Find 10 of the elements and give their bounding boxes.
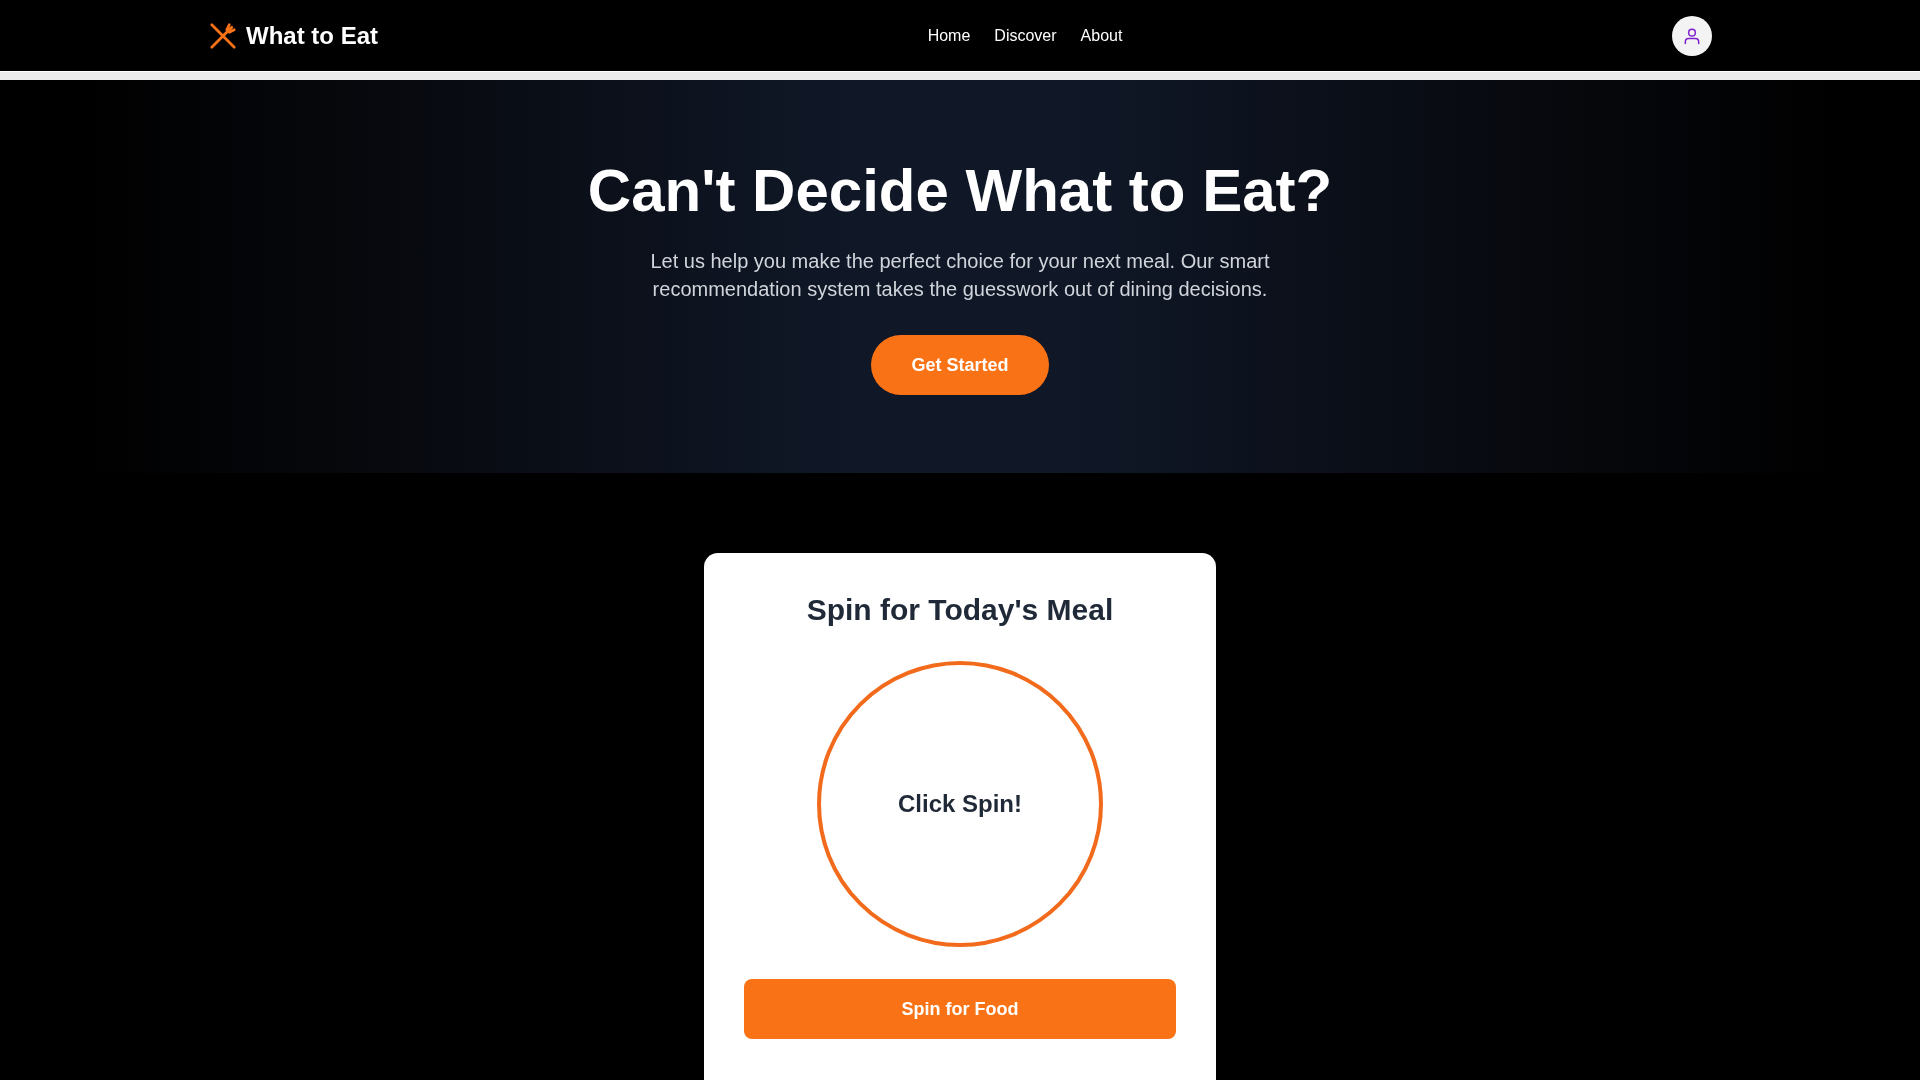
user-avatar-button[interactable] [1672, 15, 1712, 56]
hero-text: Let us help you make the perfect choice for your next meal. Our smart recommendation system takes the guesswork out of dining decisions. [649, 249, 1271, 302]
hero-title: Can't Decide What to Eat? [587, 156, 1333, 225]
nav-link[interactable]: Home [927, 26, 971, 45]
card-title: Spin for Today's Meal [806, 593, 1114, 627]
wheel-text: Click Spin! [898, 790, 1022, 818]
nav-link[interactable]: Discover [994, 26, 1057, 45]
fork-knife-icon [208, 20, 238, 51]
site-logo[interactable]: What to Eat [246, 21, 378, 50]
nav-link[interactable]: About [1080, 26, 1123, 45]
